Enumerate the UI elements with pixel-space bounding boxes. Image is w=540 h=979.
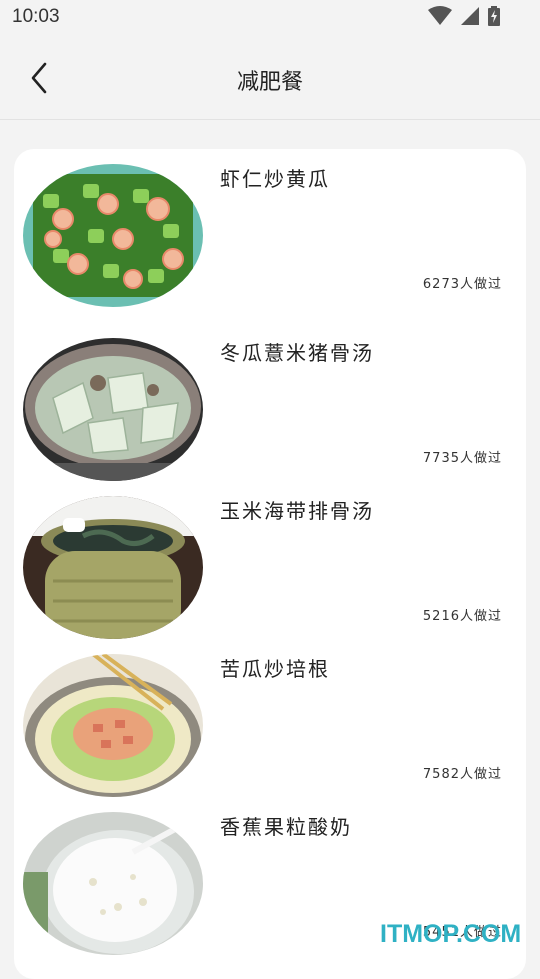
recipe-name: 玉米海带排骨汤 <box>220 499 374 523</box>
recipe-item[interactable]: 虾仁炒黄瓜 6273人做过 <box>14 149 526 307</box>
recipe-name: 香蕉果粒酸奶 <box>220 815 352 839</box>
bitter-melon-bacon-photo <box>23 654 203 797</box>
title-bar: 减肥餐 <box>0 36 540 120</box>
signal-icon <box>460 6 480 30</box>
recipe-count: 5216人做过 <box>422 609 502 624</box>
recipe-count: 7735人做过 <box>422 451 502 466</box>
recipe-count: 6273人做过 <box>422 277 502 292</box>
status-bar: 10:03 <box>0 0 540 36</box>
battery-charging-icon <box>488 6 500 30</box>
winter-melon-soup-photo <box>23 338 203 481</box>
status-time: 10:03 <box>12 6 60 27</box>
recipe-name: 冬瓜薏米猪骨汤 <box>220 341 374 365</box>
recipe-count: 7582人做过 <box>422 767 502 782</box>
recipe-item[interactable]: 苦瓜炒培根 7582人做过 <box>14 639 526 797</box>
wifi-icon <box>428 6 452 30</box>
recipe-list-card: 虾仁炒黄瓜 6273人做过 冬瓜薏米猪骨汤 7735人做过 玉米海带排骨汤 52… <box>14 149 526 979</box>
recipe-name: 虾仁炒黄瓜 <box>220 167 330 191</box>
recipe-item[interactable]: 玉米海带排骨汤 5216人做过 <box>14 481 526 639</box>
recipe-item[interactable]: 冬瓜薏米猪骨汤 7735人做过 <box>14 323 526 481</box>
banana-yogurt-photo <box>23 812 203 955</box>
watermark: ITMOP.COM <box>380 920 522 948</box>
shrimp-cucumber-photo <box>23 164 203 307</box>
kelp-rib-soup-photo <box>23 496 203 639</box>
page-title: 减肥餐 <box>236 70 303 95</box>
status-icons <box>428 6 500 30</box>
recipe-name: 苦瓜炒培根 <box>220 657 330 681</box>
